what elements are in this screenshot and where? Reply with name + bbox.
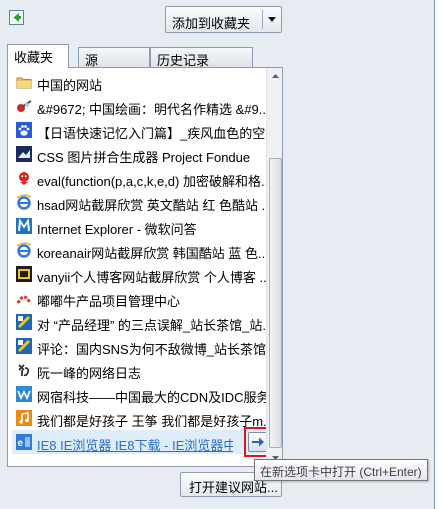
wangsu-icon xyxy=(16,386,32,402)
tab-history[interactable]: 历史记录 xyxy=(150,47,253,68)
list-item[interactable]: 嘟嘟牛产品项目管理中心 xyxy=(12,286,268,310)
favorites-tab-strip: 收藏夹 源 历史记录 xyxy=(7,44,427,68)
list-item-label: 评论：国内SNS为何不敌微博_站长茶馆_... xyxy=(37,342,267,357)
split-button-divider xyxy=(262,10,263,29)
list-item-label: 阮一峰的网络日志 xyxy=(37,366,142,381)
list-item[interactable]: 我们都是好孩子 王筝 我们都是好孩子m... xyxy=(12,406,268,430)
ie-icon xyxy=(16,194,32,210)
list-item-label: 我们都是好孩子 王筝 我们都是好孩子m... xyxy=(37,414,267,429)
list-item[interactable]: hsad网站截屏欣赏 英文酷站 红 色酷站 ... xyxy=(12,190,268,214)
vanyii-icon xyxy=(16,266,32,282)
favorites-list: 中国的网站 &#9672; 中国绘画：明代名作精选 &#9... 【日语快速记忆… xyxy=(7,67,283,467)
paw-icon xyxy=(16,122,32,138)
list-item-label: 中国的网站 xyxy=(37,78,103,93)
list-item-label: 嘟嘟牛产品项目管理中心 xyxy=(37,294,181,309)
list-item-label: 网宿科技——中国最大的CDN及IDC服务... xyxy=(37,390,267,405)
ruanyifeng-icon xyxy=(16,362,32,378)
list-item[interactable]: 评论：国内SNS为何不敌微博_站长茶馆_... xyxy=(12,334,268,358)
list-item[interactable]: CSS 图片拼合生成器 Project Fondue xyxy=(12,142,268,166)
list-item-label: Internet Explorer - 微软问答 xyxy=(37,222,197,237)
list-item[interactable]: eval(function(p,a,c,k,e,d) 加密破解和格... xyxy=(12,166,268,190)
add-to-favorites-button[interactable]: 添加到收藏夹 xyxy=(165,6,282,33)
list-item-label: hsad网站截屏欣赏 英文酷站 红 色酷站 ... xyxy=(37,198,267,213)
list-item-label: 【日语快速记忆入门篇】_疾风血色的空... xyxy=(37,126,267,141)
open-in-new-tab-tooltip: 在新选项卡中打开 (Ctrl+Enter) xyxy=(254,459,428,481)
tab-feeds[interactable]: 源 xyxy=(78,47,150,68)
arc-icon xyxy=(16,290,32,306)
chevron-down-icon[interactable] xyxy=(266,12,278,26)
list-item[interactable]: 网宿科技——中国最大的CDN及IDC服务... xyxy=(12,382,268,406)
list-item[interactable]: &#9672; 中国绘画：明代名作精选 &#9... xyxy=(12,94,268,118)
list-item[interactable]: 【日语快速记忆入门篇】_疾风血色的空... xyxy=(12,118,268,142)
svg-text:e: e xyxy=(18,438,24,449)
list-item[interactable]: vanyii个人博客网站截屏欣赏 个人博客 ... xyxy=(12,262,268,286)
list-item-label: koreanair网站截屏欣赏 韩国酷站 蓝 色... xyxy=(37,246,267,261)
painting-icon xyxy=(16,98,32,114)
favorites-center-panel: 添加到收藏夹 收藏夹 源 历史记录 中国的网站 &#9672; 中国绘画：明代名… xyxy=(0,0,435,509)
ie8-icon: e xyxy=(16,434,32,450)
list-item-label: 对 “产品经理” 的三点误解_站长茶馆_站... xyxy=(37,318,267,333)
css-icon xyxy=(16,146,32,162)
ie-icon xyxy=(16,242,32,258)
list-item[interactable]: Internet Explorer - 微软问答 xyxy=(12,214,268,238)
list-item[interactable]: koreanair网站截屏欣赏 韩国酷站 蓝 色... xyxy=(12,238,268,262)
scroll-up-arrow-icon[interactable] xyxy=(267,68,282,85)
list-item-label: &#9672; 中国绘画：明代名作精选 &#9... xyxy=(37,102,267,117)
add-to-favorites-label: 添加到收藏夹 xyxy=(172,16,251,31)
pin-favorites-center-icon[interactable] xyxy=(9,10,24,25)
list-item-label: CSS 图片拼合生成器 Project Fondue xyxy=(37,150,251,165)
list-item-label: IE8 IE浏览器 IE8下载 - IE浏览器中... xyxy=(37,438,233,453)
scrollbar-thumb[interactable] xyxy=(269,158,282,448)
list-item[interactable]: 中国的网站 xyxy=(12,70,268,94)
list-item-highlighted[interactable]: e IE8 IE浏览器 IE8下载 - IE浏览器中... xyxy=(12,427,274,457)
baidu-music-icon xyxy=(16,410,32,426)
list-item[interactable]: 阮一峰的网络日志 xyxy=(12,358,268,382)
baidu-icon xyxy=(16,170,32,186)
list-item[interactable]: 对 “产品经理” 的三点误解_站长茶馆_站... xyxy=(12,310,268,334)
list-item-label: vanyii个人博客网站截屏欣赏 个人博客 ... xyxy=(37,270,267,285)
chinaz-icon xyxy=(16,314,32,330)
tab-favorites[interactable]: 收藏夹 xyxy=(7,44,69,68)
chinaz-icon xyxy=(16,338,32,354)
vertical-scrollbar[interactable] xyxy=(266,68,282,466)
microsoft-icon xyxy=(16,218,32,234)
folder-icon xyxy=(16,74,32,90)
list-item-label: eval(function(p,a,c,k,e,d) 加密破解和格... xyxy=(37,174,267,189)
